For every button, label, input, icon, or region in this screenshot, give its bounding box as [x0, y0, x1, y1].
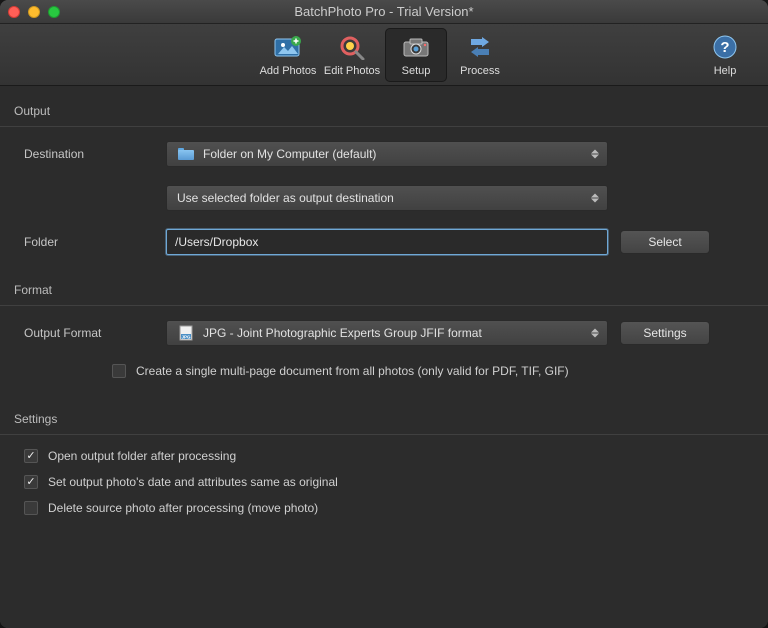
setup-icon [401, 32, 431, 62]
multipage-label: Create a single multi-page document from… [136, 364, 569, 378]
zoom-icon[interactable] [48, 6, 60, 18]
section-header-format: Format [0, 279, 768, 306]
window-controls [8, 6, 60, 18]
svg-text:?: ? [720, 39, 729, 56]
close-icon[interactable] [8, 6, 20, 18]
button-label: Select [648, 235, 681, 249]
toolbar-label: Process [460, 65, 500, 77]
toolbar-help[interactable]: ? Help [694, 28, 756, 82]
folder-input[interactable]: /Users/Dropbox [166, 229, 608, 255]
format-settings-button[interactable]: Settings [620, 321, 710, 345]
output-format-dropdown[interactable]: JPG JPG - Joint Photographic Experts Gro… [166, 320, 608, 346]
app-window: BatchPhoto Pro - Trial Version* Add Phot… [0, 0, 768, 628]
chevron-updown-icon [591, 194, 599, 203]
add-photos-icon [273, 32, 303, 62]
destination-mode-dropdown[interactable]: Use selected folder as output destinatio… [166, 185, 608, 211]
section-header-output: Output [0, 100, 768, 127]
destination-value: Folder on My Computer (default) [203, 147, 376, 161]
svg-text:JPG: JPG [181, 334, 191, 339]
titlebar: BatchPhoto Pro - Trial Version* [0, 0, 768, 24]
folder-value: /Users/Dropbox [175, 235, 258, 249]
preserve-date-checkbox[interactable] [24, 475, 38, 489]
output-format-value: JPG - Joint Photographic Experts Group J… [203, 326, 482, 340]
chevron-updown-icon [591, 329, 599, 338]
minimize-icon[interactable] [28, 6, 40, 18]
help-icon: ? [710, 32, 740, 62]
toolbar-label: Add Photos [260, 65, 317, 77]
destination-mode-value: Use selected folder as output destinatio… [177, 191, 394, 205]
process-icon [465, 32, 495, 62]
preserve-date-label: Set output photo's date and attributes s… [48, 475, 338, 489]
select-folder-button[interactable]: Select [620, 230, 710, 254]
multipage-checkbox[interactable] [112, 364, 126, 378]
toolbar: Add Photos Edit Photos [0, 24, 768, 86]
delete-source-label: Delete source photo after processing (mo… [48, 501, 318, 515]
destination-dropdown[interactable]: Folder on My Computer (default) [166, 141, 608, 167]
section-header-settings: Settings [0, 408, 768, 435]
toolbar-process[interactable]: Process [449, 28, 511, 82]
edit-photos-icon [337, 32, 367, 62]
folder-icon [177, 147, 195, 161]
open-folder-label: Open output folder after processing [48, 449, 236, 463]
jpg-file-icon: JPG [177, 326, 195, 340]
toolbar-setup[interactable]: Setup [385, 28, 447, 82]
window-title: BatchPhoto Pro - Trial Version* [0, 4, 768, 19]
toolbar-label: Help [714, 65, 737, 77]
toolbar-add-photos[interactable]: Add Photos [257, 28, 319, 82]
open-folder-checkbox[interactable] [24, 449, 38, 463]
toolbar-label: Setup [402, 65, 431, 77]
button-label: Settings [643, 326, 686, 340]
output-format-label: Output Format [24, 326, 166, 340]
folder-label: Folder [24, 235, 166, 249]
content-area: Output Destination Folder on My Computer… [0, 86, 768, 628]
chevron-updown-icon [591, 150, 599, 159]
destination-label: Destination [24, 147, 166, 161]
delete-source-checkbox[interactable] [24, 501, 38, 515]
toolbar-label: Edit Photos [324, 65, 380, 77]
toolbar-edit-photos[interactable]: Edit Photos [321, 28, 383, 82]
